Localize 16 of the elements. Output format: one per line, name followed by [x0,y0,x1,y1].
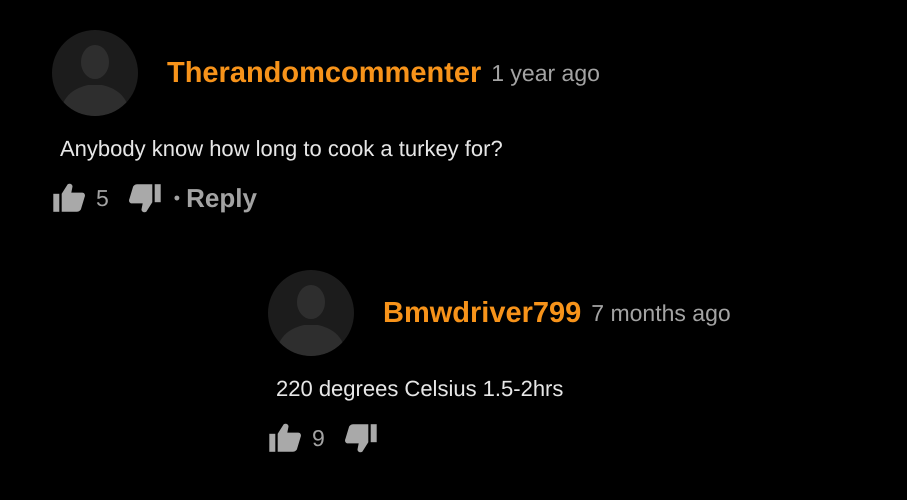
thumbs-down-icon[interactable] [126,183,162,213]
separator-dot: • [174,188,180,208]
comment-text: Anybody know how long to cook a turkey for? [60,136,504,162]
thumbs-up-icon[interactable] [52,183,87,213]
reply-link[interactable]: Reply [186,182,257,214]
like-count: 9 [312,424,325,452]
avatar-icon [52,30,138,116]
username[interactable]: Therandomcommenter [167,56,482,90]
thumbs-up-icon[interactable] [268,423,303,453]
thumbs-down-icon[interactable] [342,423,378,453]
timestamp: 7 months ago [591,300,731,326]
username[interactable]: Bmwdriver799 [383,296,582,330]
avatar-icon [268,270,354,356]
comment-text: 220 degrees Celsius 1.5-2hrs [276,376,564,402]
timestamp: 1 year ago [491,60,600,86]
like-count: 5 [96,184,109,212]
